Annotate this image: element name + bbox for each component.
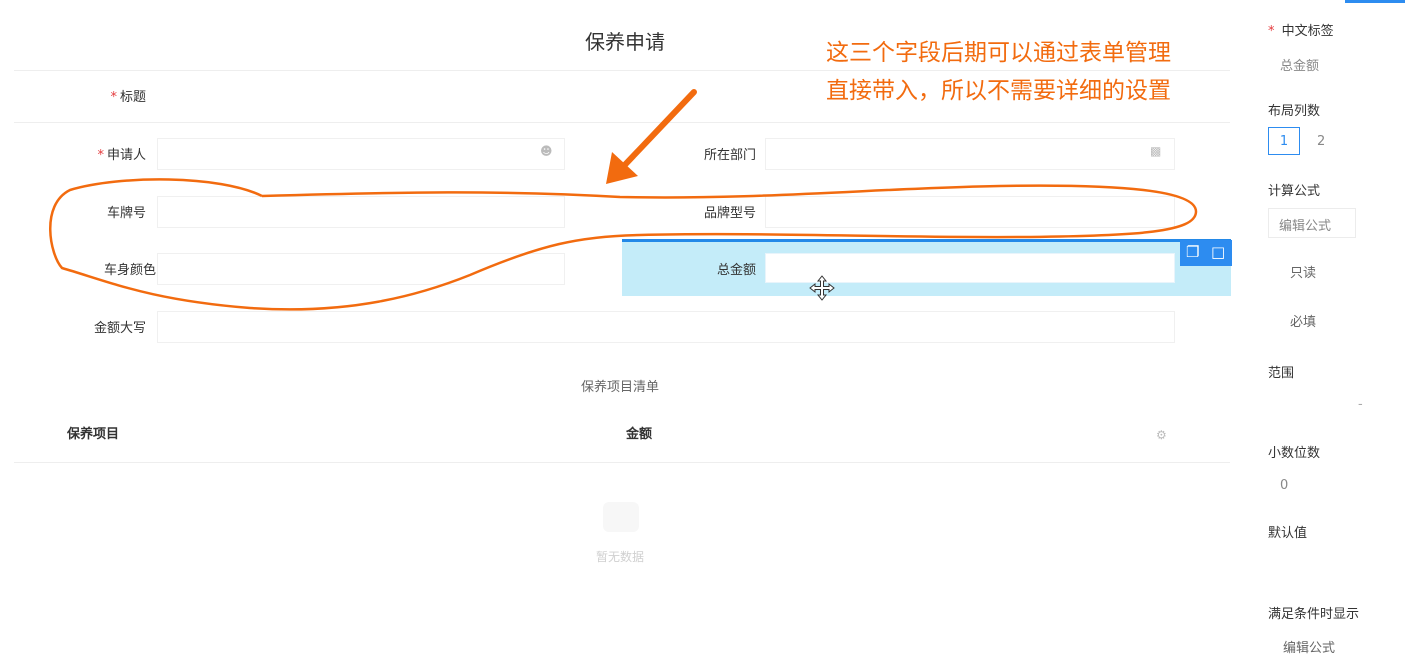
column-option-2[interactable]: 2 bbox=[1305, 128, 1337, 156]
column-options: 1 2 bbox=[1268, 127, 1337, 156]
prop-range-title: 范围 bbox=[1268, 366, 1295, 381]
decimal-input[interactable]: 0 bbox=[1280, 478, 1288, 493]
condition-formula-button[interactable]: 编辑公式 bbox=[1283, 637, 1335, 656]
annotation-line-2: 直接带入，所以不需要详细的设置 bbox=[826, 78, 1171, 104]
prop-columns-title: 布局列数 bbox=[1268, 104, 1321, 119]
annotation-line-1: 这三个字段后期可以通过表单管理 bbox=[826, 40, 1171, 66]
prop-formula-title: 计算公式 bbox=[1268, 184, 1321, 199]
prop-default-title: 默认值 bbox=[1268, 526, 1308, 541]
prop-label-title: * 中文标签 bbox=[1268, 20, 1334, 39]
required-mark: * bbox=[1268, 24, 1275, 39]
required-toggle[interactable]: 必填 bbox=[1290, 311, 1316, 330]
move-icon bbox=[809, 275, 835, 301]
annotation-note: 这三个字段后期可以通过表单管理 直接带入，所以不需要详细的设置 bbox=[826, 34, 1266, 110]
properties-panel bbox=[1240, 0, 1405, 656]
prop-label-title-text: 中文标签 bbox=[1281, 24, 1334, 39]
column-option-1[interactable]: 1 bbox=[1268, 127, 1300, 155]
edit-formula-button[interactable]: 编辑公式 bbox=[1268, 208, 1356, 238]
panel-tab-indicator bbox=[1345, 0, 1405, 3]
arrow-shaft bbox=[617, 89, 697, 173]
annotation-loop bbox=[49, 178, 1198, 311]
prop-label-input[interactable]: 总金额 bbox=[1280, 55, 1319, 74]
prop-condition-title: 满足条件时显示 bbox=[1268, 607, 1360, 622]
range-separator: - bbox=[1358, 397, 1363, 412]
readonly-toggle[interactable]: 只读 bbox=[1290, 262, 1316, 281]
prop-decimal-title: 小数位数 bbox=[1268, 446, 1321, 461]
